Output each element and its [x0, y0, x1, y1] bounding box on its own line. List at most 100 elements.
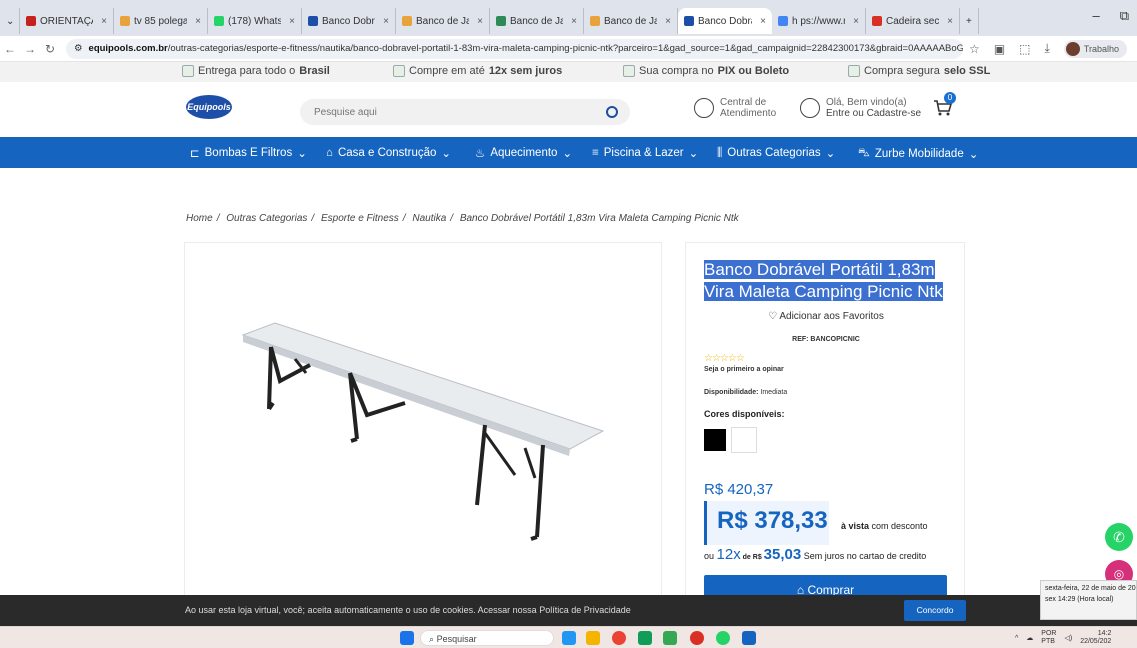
close-tab-icon[interactable]: × — [567, 16, 577, 27]
app-icon[interactable] — [663, 631, 677, 645]
pump-icon: ⊏ — [190, 148, 200, 160]
browser-tab[interactable]: Banco Dobrável F × — [678, 8, 772, 34]
clock[interactable]: 14:2 22/05/202 — [1080, 630, 1111, 646]
breadcrumb-nautika[interactable]: Nautika — [412, 213, 446, 224]
tab-label: Banco Dobrável F — [698, 15, 752, 27]
profile-button[interactable]: Trabalho — [1063, 39, 1127, 58]
info-bold: selo SSL — [943, 65, 991, 77]
download-icon[interactable]: ⤓ — [1045, 41, 1050, 56]
app-icon[interactable] — [638, 631, 652, 645]
product-image[interactable] — [185, 243, 663, 603]
tab-favicon-icon — [26, 16, 36, 26]
category-nav: ⊏ Bombas E Filtros ⌄ ⌂ Casa e Construção ⌄ ♨… — [0, 137, 1137, 168]
browser-tab[interactable]: tv 85 polegadas - × — [114, 8, 208, 34]
tab-label: ORIENTAÇÃO - cc — [40, 15, 93, 27]
chevron-up-icon[interactable]: ^ — [1015, 635, 1018, 642]
browser-tab[interactable]: (178) WhatsApp × — [208, 8, 302, 34]
close-tab-icon[interactable]: × — [661, 16, 671, 27]
breadcrumb-outras[interactable]: Outras Categorias — [226, 213, 307, 224]
file-explorer-icon[interactable] — [586, 631, 600, 645]
nav-item-casa[interactable]: ⌂ Casa e Construção ⌄ — [326, 146, 451, 160]
color-swatch-black[interactable] — [704, 429, 726, 451]
info-text: Compre em até — [409, 65, 485, 77]
new-tab-button[interactable]: + — [960, 8, 979, 34]
user-icon — [800, 98, 820, 118]
close-tab-icon[interactable]: × — [473, 16, 483, 27]
first-review-link[interactable]: Seja o primeiro a opinar — [704, 366, 784, 373]
rating-stars[interactable]: ☆☆☆☆☆ — [704, 353, 745, 364]
lang2: PTB — [1041, 638, 1055, 645]
taskbar-search[interactable]: ⌕ Pesquisar — [420, 630, 554, 646]
close-tab-icon[interactable]: × — [756, 16, 766, 27]
browser-tab[interactable]: ORIENTAÇÃO - cc × — [20, 8, 114, 34]
nav-item-outras[interactable]: ⫼ Outras Categorias ⌄ — [717, 146, 835, 161]
search-bar — [300, 99, 630, 125]
browser-tab[interactable]: Banco de Jardim × — [584, 8, 678, 34]
site-info-icon[interactable]: ⚙ — [74, 43, 83, 54]
info-bold: 12x sem juros — [488, 65, 563, 77]
nav-item-aquecimento[interactable]: ♨ Aquecimento ⌄ — [475, 146, 572, 160]
tab-search-menu[interactable]: ⌄ — [0, 8, 20, 34]
minimize-icon[interactable]: – — [1092, 8, 1099, 24]
app-icon[interactable] — [562, 631, 576, 645]
add-favorites-link[interactable]: ♡ Adicionar aos Favoritos — [686, 311, 966, 322]
site-logo[interactable]: Equipools — [186, 95, 232, 119]
product-image-panel — [184, 242, 662, 602]
chrome-icon[interactable] — [690, 631, 704, 645]
chevron-down-icon: ⌄ — [441, 148, 452, 160]
close-tab-icon[interactable]: × — [379, 16, 389, 27]
close-tab-icon[interactable]: × — [97, 16, 107, 27]
nav-label: Piscina & Lazer — [603, 147, 684, 159]
search-icon[interactable] — [606, 106, 618, 118]
speaker-icon[interactable]: ◁) — [1064, 634, 1072, 642]
extension-icon[interactable]: ▣ — [994, 42, 1005, 56]
close-tab-icon[interactable]: × — [943, 16, 953, 27]
close-tab-icon[interactable]: × — [191, 16, 201, 27]
close-tab-icon[interactable]: × — [849, 16, 859, 27]
install-rs: R$ — [752, 554, 764, 561]
nav-item-bombas[interactable]: ⊏ Bombas E Filtros ⌄ — [190, 146, 307, 160]
network-icon[interactable]: ☁ — [1026, 634, 1033, 642]
language-indicator[interactable]: POR PTB — [1041, 630, 1056, 646]
cart-button[interactable]: 0 — [932, 92, 956, 118]
window-controls: – ⧉ — [1092, 8, 1129, 24]
info-bar: Entrega para todo o Brasil Compre em até… — [0, 62, 1137, 82]
restore-icon[interactable]: ⧉ — [1120, 8, 1129, 24]
central-line1: Central de — [720, 97, 767, 108]
bookmark-star-icon[interactable]: ☆ — [969, 42, 980, 56]
browser-tab[interactable]: Banco de Jardim × — [396, 8, 490, 34]
windows-start-icon[interactable] — [400, 631, 414, 645]
accept-cookies-button[interactable]: Concordo — [904, 600, 966, 621]
back-icon[interactable]: ← — [0, 42, 20, 56]
heart-icon: ♡ — [768, 311, 778, 322]
nav-item-piscina[interactable]: ≡ Piscina & Lazer ⌄ — [592, 146, 698, 160]
nav-item-zurbe[interactable]: ⛍ Zurbe Mobilidade ⌄ — [858, 146, 978, 161]
breadcrumb-home[interactable]: Home — [186, 213, 213, 224]
favorites-label: Adicionar aos Favoritos — [779, 311, 884, 322]
browser-tab[interactable]: Banco Dobrável F × — [302, 8, 396, 34]
color-swatch-white[interactable] — [731, 427, 757, 453]
old-price: R$ 420,37 — [704, 481, 774, 498]
customer-service-link[interactable]: Central de Atendimento — [694, 97, 776, 119]
close-tab-icon[interactable]: × — [285, 16, 295, 27]
tabs-container: ORIENTAÇÃO - cc×tv 85 polegadas -×(178) … — [20, 2, 960, 34]
browser-tab[interactable]: Cadeira secretária× — [866, 8, 960, 34]
forward-icon[interactable]: → — [20, 42, 40, 56]
chrome-icon[interactable] — [612, 631, 626, 645]
whatsapp-icon[interactable] — [716, 631, 730, 645]
app-icon[interactable] — [742, 631, 756, 645]
extensions-puzzle-icon[interactable]: ⬚ — [1019, 42, 1030, 56]
chevron-down-icon: ⌄ — [297, 148, 307, 160]
tab-favicon-icon — [120, 16, 130, 26]
login-link[interactable]: Olá, Bem vindo(a) Entre ou Cadastre-se — [800, 97, 921, 119]
tab-label: (178) WhatsApp — [228, 15, 281, 27]
url-bar[interactable]: ⚙ equipools.com.br /outras-categorias/es… — [66, 38, 964, 59]
browser-tab[interactable]: Banco de Jardim × — [490, 8, 584, 34]
whatsapp-button[interactable]: ✆ — [1105, 523, 1133, 551]
search-input[interactable] — [312, 105, 606, 119]
breadcrumb-esporte[interactable]: Esporte e Fitness — [321, 213, 399, 224]
browser-tab[interactable]: h ps://www.made × — [772, 8, 866, 34]
reload-icon[interactable]: ↻ — [40, 42, 60, 56]
tab-favicon-icon — [402, 16, 412, 26]
heater-icon: ♨ — [475, 148, 486, 160]
